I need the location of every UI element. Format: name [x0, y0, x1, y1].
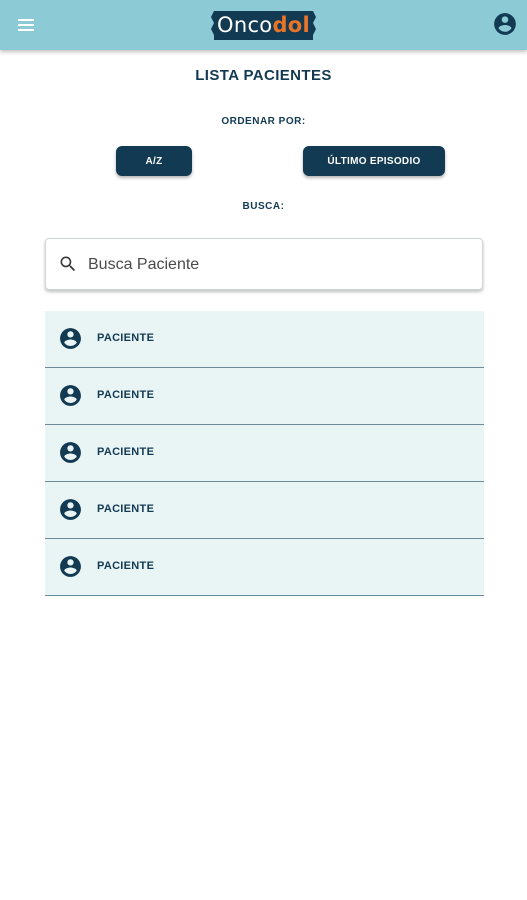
logo-text-dol: dol	[272, 13, 310, 37]
logo-text-onco: Onco	[217, 13, 273, 37]
sort-label: ORDENAR POR:	[221, 116, 306, 127]
app-bar: Oncodol	[0, 0, 527, 50]
account-circle-icon	[58, 326, 83, 351]
patient-name: PACIENTE	[97, 332, 155, 344]
list-item[interactable]: PACIENTE	[45, 425, 484, 482]
search-icon	[58, 254, 78, 274]
account-circle-icon	[58, 497, 83, 522]
app-logo: Oncodol	[211, 11, 316, 40]
sort-last-episode-button[interactable]: ÚLTIMO EPISODIO	[303, 146, 445, 176]
patient-name: PACIENTE	[97, 389, 155, 401]
account-icon[interactable]	[492, 11, 518, 37]
account-circle-icon	[58, 440, 83, 465]
account-circle-icon	[58, 383, 83, 408]
list-item[interactable]: PACIENTE	[45, 311, 484, 368]
list-item[interactable]: PACIENTE	[45, 482, 484, 539]
account-circle-icon	[58, 554, 83, 579]
list-item[interactable]: PACIENTE	[45, 368, 484, 425]
search-box[interactable]	[45, 238, 483, 290]
menu-icon[interactable]	[16, 16, 36, 34]
patient-name: PACIENTE	[97, 446, 155, 458]
search-input[interactable]	[86, 250, 470, 280]
patient-name: PACIENTE	[97, 560, 155, 572]
sort-az-button[interactable]: A/Z	[116, 146, 192, 176]
list-item[interactable]: PACIENTE	[45, 539, 484, 596]
page-title: LISTA PACIENTES	[195, 67, 332, 84]
patient-name: PACIENTE	[97, 503, 155, 515]
patient-list: PACIENTE PACIENTE PACIENTE PACIENTE PACI…	[45, 311, 484, 596]
search-label: BUSCA:	[242, 201, 285, 212]
